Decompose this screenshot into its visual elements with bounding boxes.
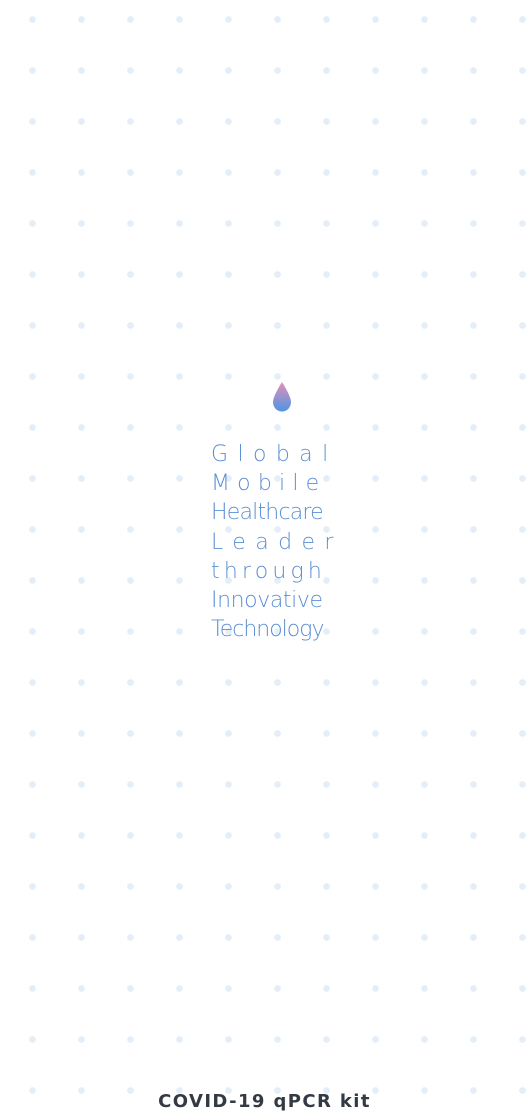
water-drop-icon xyxy=(271,381,293,413)
tagline-line: Global xyxy=(211,442,338,467)
tagline-line: Healthcare xyxy=(211,500,324,526)
tagline-line: Leader xyxy=(211,529,343,555)
tagline-line: Innovative xyxy=(211,588,323,614)
product-title: COVID-19 qPCR kit xyxy=(158,1091,371,1112)
tagline-line: through xyxy=(211,558,327,584)
tagline-line: Technology xyxy=(211,617,324,643)
company-tagline: Global Mobile Healthcare Leader through … xyxy=(211,440,381,644)
tagline-line: Mobile xyxy=(211,471,327,497)
